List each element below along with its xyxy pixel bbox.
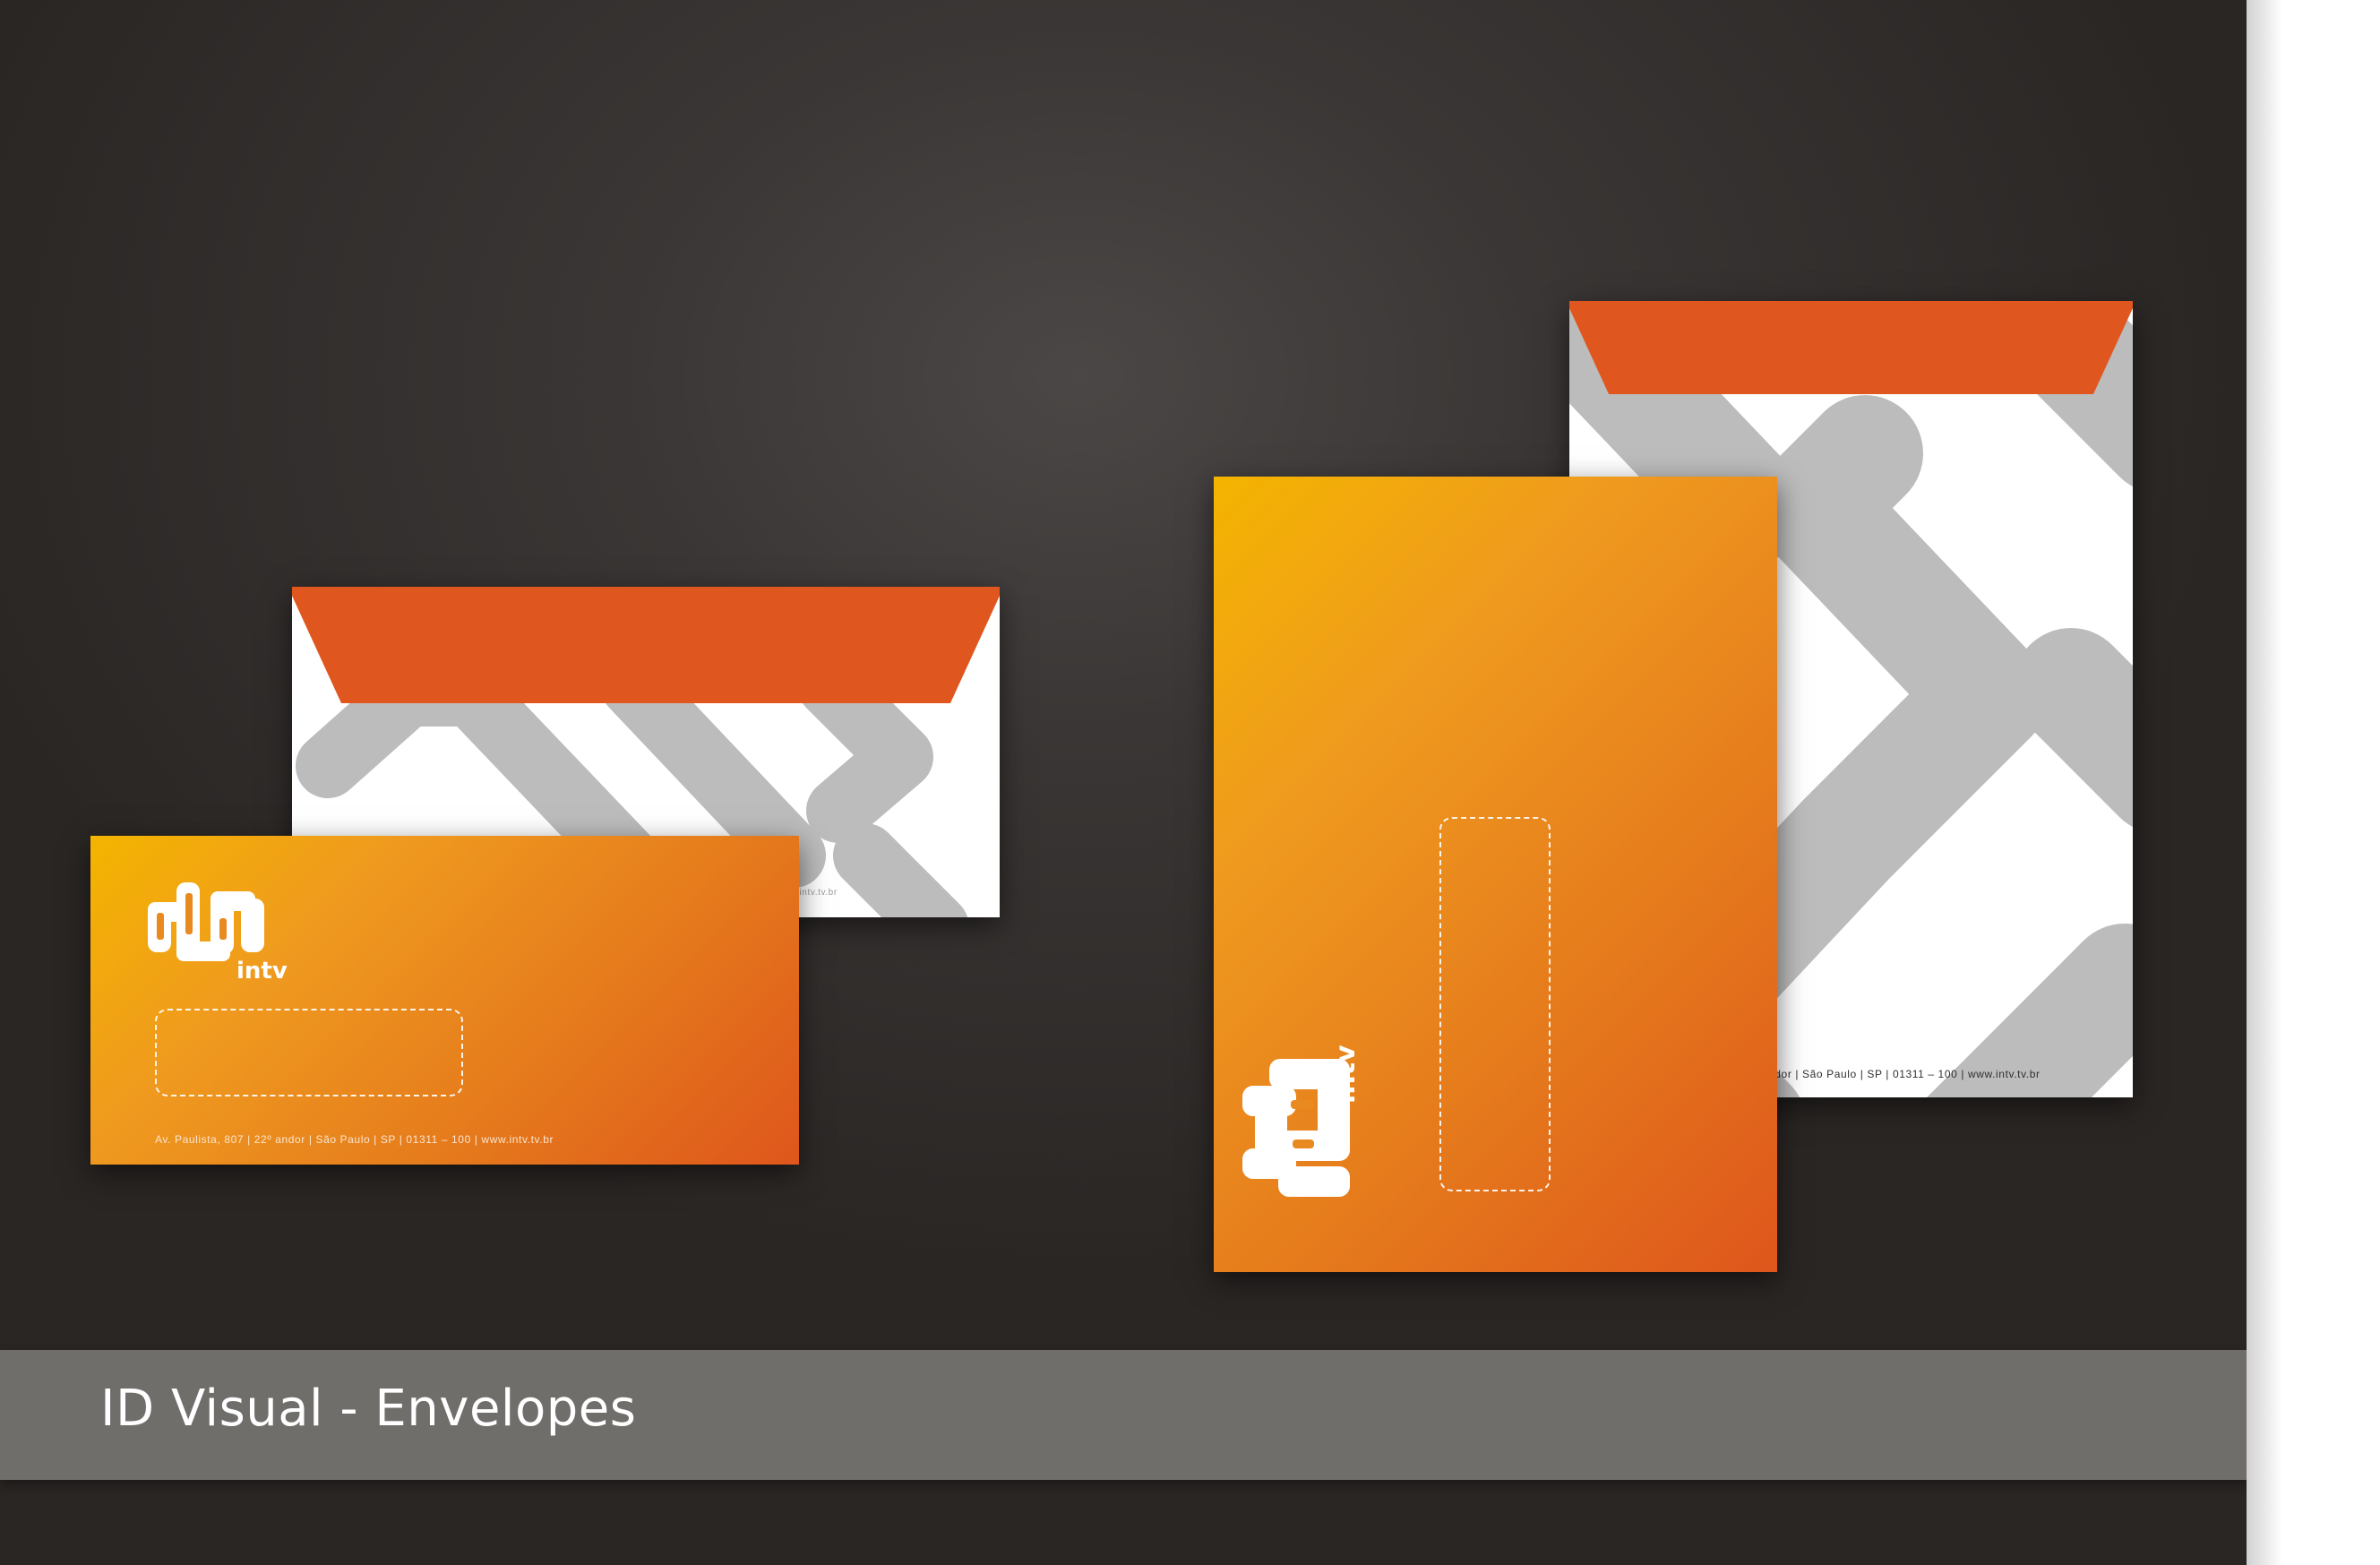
page-edge-shadow (2247, 0, 2282, 1565)
large-envelope-address-window (1439, 817, 1551, 1191)
small-envelope-front: intv Av. Paulista, 807 | 22º andor | São… (90, 836, 799, 1165)
small-envelope-brand-name: intv (236, 958, 288, 985)
small-envelope-address: Av. Paulista, 807 | 22º andor | São Paul… (155, 1133, 554, 1146)
small-envelope-address-window (155, 1009, 463, 1096)
presentation-background: ww.intv.tv.br intv Av. Paulista, 807 | 2… (0, 0, 2247, 1565)
large-envelope-brand-name: intv (1330, 1045, 1362, 1104)
large-envelope-front: intv (1214, 477, 1777, 1272)
large-envelope-back-address: ndor | São Paulo | SP | 01311 – 100 | ww… (1768, 1068, 2041, 1080)
large-envelope-flap (1569, 301, 2133, 394)
small-envelope-flap (292, 587, 1000, 703)
banner-title: ID Visual - Envelopes (100, 1380, 637, 1438)
